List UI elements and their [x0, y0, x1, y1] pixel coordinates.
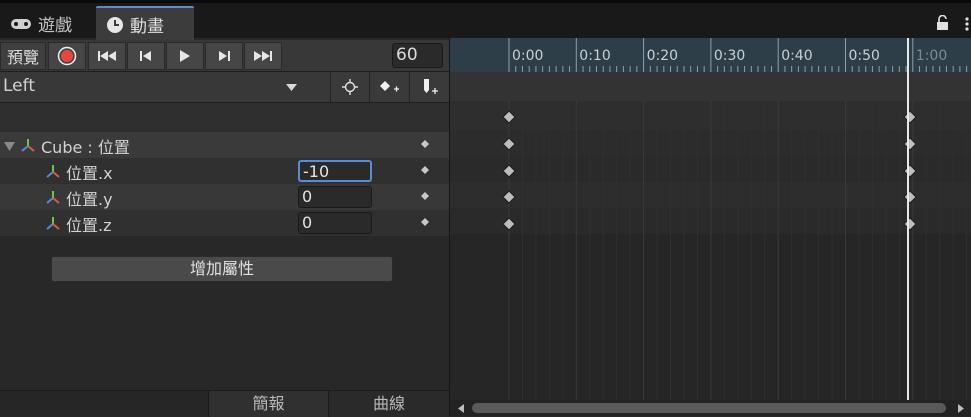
- clip-dropdown-value: Left: [3, 76, 35, 96]
- keyframe-diamond[interactable]: [903, 217, 917, 231]
- keyframe-diamond[interactable]: [502, 217, 516, 231]
- property-label-wrap: 位置.x: [44, 160, 113, 184]
- triangle-down-icon[interactable]: [4, 141, 15, 151]
- property-group-row[interactable]: Cube : 位置: [0, 132, 449, 158]
- properties-header-spacer: [0, 103, 449, 132]
- tab-animation-label: 動畫: [130, 17, 164, 37]
- add-property-button[interactable]: 增加屬性: [51, 256, 393, 282]
- add-event-icon: [424, 79, 438, 94]
- animation-toolbar: 預覽 60: [0, 40, 449, 72]
- scroll-left-icon[interactable]: [458, 404, 464, 413]
- keyframe-diamond-icon[interactable]: [421, 218, 429, 226]
- property-group-label-wrap: Cube : 位置: [4, 134, 130, 158]
- clock-icon: [107, 16, 123, 33]
- transform-axis-icon: [21, 139, 35, 152]
- view-mode-bar: 簡報 曲線: [0, 390, 449, 417]
- position-y-input[interactable]: 0: [298, 186, 372, 208]
- preview-button[interactable]: 預覽: [0, 42, 46, 70]
- chevron-down-icon: [286, 84, 297, 91]
- property-label: 位置.y: [66, 190, 113, 209]
- record-icon: [57, 46, 77, 66]
- playhead[interactable]: [907, 38, 909, 400]
- add-keyframe-icon: [380, 81, 399, 92]
- next-key-button[interactable]: [205, 42, 243, 70]
- keyframe-diamond[interactable]: [903, 164, 917, 178]
- skip-to-end-icon: [254, 51, 272, 61]
- property-row-position-x[interactable]: 位置.x -10: [0, 158, 449, 184]
- property-label: 位置.z: [66, 216, 112, 235]
- skip-to-start-icon: [98, 51, 116, 61]
- crosshair-keyframe-icon: [342, 79, 358, 95]
- more-options-icon[interactable]: [965, 17, 969, 31]
- property-label-wrap: 位置.z: [44, 212, 112, 236]
- keyframe-diamond[interactable]: [903, 137, 917, 151]
- step-forward-icon: [219, 51, 230, 61]
- record-button[interactable]: [48, 42, 86, 70]
- gamepad-icon: [11, 18, 31, 29]
- keyframe-diamond[interactable]: [903, 190, 917, 204]
- keyframe-diamond[interactable]: [502, 190, 516, 204]
- play-button[interactable]: [166, 42, 204, 70]
- add-event-button[interactable]: [409, 72, 450, 102]
- position-x-input[interactable]: -10: [298, 160, 372, 182]
- curves-tab[interactable]: 曲線: [328, 391, 449, 417]
- previous-key-button[interactable]: [127, 42, 165, 70]
- clip-row: Left: [0, 72, 450, 103]
- keyframe-diamond[interactable]: [903, 110, 917, 124]
- last-key-button[interactable]: [244, 42, 282, 70]
- add-keyframe-button[interactable]: [369, 72, 408, 102]
- property-row-position-z[interactable]: 位置.z 0: [0, 210, 449, 236]
- position-z-input[interactable]: 0: [298, 212, 372, 234]
- keyframe-layer: [502, 110, 917, 231]
- keyframe-diamond-icon[interactable]: [421, 140, 429, 148]
- keyframe-filter-button[interactable]: [330, 72, 369, 102]
- property-label-wrap: 位置.y: [44, 186, 113, 210]
- property-group-label: Cube : 位置: [41, 138, 130, 157]
- frame-input[interactable]: 60: [392, 43, 443, 68]
- tab-game-label: 遊戲: [38, 16, 72, 36]
- timeline-panel[interactable]: 0:00 0:10 0:20 0:30 0:40 0:50 1:00: [449, 38, 971, 416]
- lock-icon[interactable]: [936, 15, 949, 31]
- keyframe-diamond-icon[interactable]: [421, 166, 429, 174]
- transform-axis-icon: [46, 217, 60, 230]
- tab-game[interactable]: 遊戲: [0, 6, 96, 41]
- keyframe-diamond-icon[interactable]: [421, 192, 429, 200]
- step-back-icon: [140, 51, 151, 61]
- keyframe-diamond[interactable]: [502, 110, 516, 124]
- window-tab-bar: 遊戲 動畫: [0, 0, 971, 41]
- keyframe-diamond[interactable]: [502, 164, 516, 178]
- property-label: 位置.x: [66, 164, 113, 183]
- first-key-button[interactable]: [88, 42, 126, 70]
- play-icon: [180, 50, 190, 62]
- transform-axis-icon: [46, 191, 60, 204]
- keyframe-diamond[interactable]: [502, 137, 516, 151]
- tab-animation[interactable]: 動畫: [96, 6, 194, 41]
- dopesheet-tab[interactable]: 簡報: [208, 391, 328, 417]
- scroll-right-icon[interactable]: [958, 404, 964, 413]
- clip-dropdown[interactable]: Left: [0, 72, 306, 102]
- property-row-position-y[interactable]: 位置.y 0: [0, 184, 449, 210]
- scroll-thumb[interactable]: [472, 403, 946, 413]
- horizontal-scrollbar[interactable]: [450, 400, 971, 416]
- transform-axis-icon: [46, 165, 60, 178]
